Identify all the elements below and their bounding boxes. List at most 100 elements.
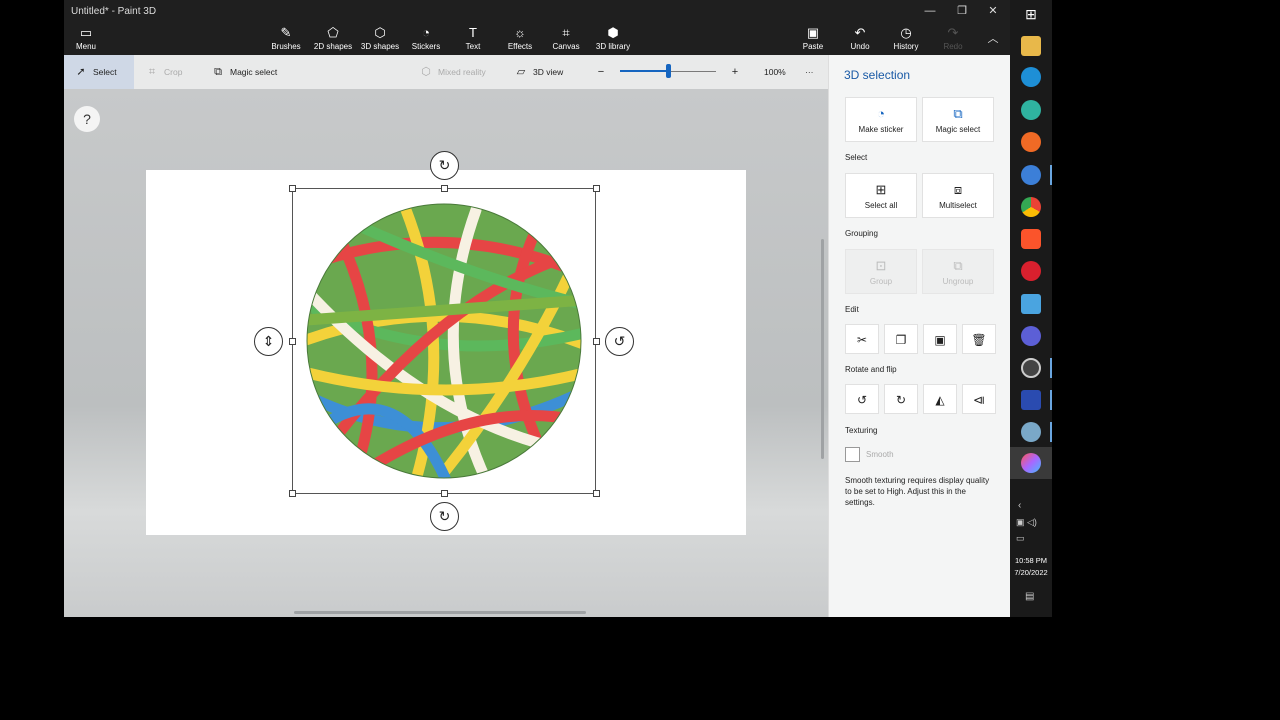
close-icon[interactable]: ✕ [985,4,1001,18]
magic-select-button[interactable]: ⧉ Magic select [211,64,277,80]
select-section-label: Select [845,153,868,162]
opera-icon[interactable] [1021,261,1041,281]
3d-library-button[interactable]: ⬢ 3D library [589,24,637,54]
paste-panel-button[interactable]: ▣ [923,324,957,354]
chrome-dev-icon[interactable] [1021,165,1041,185]
clock-time[interactable]: 10:58 PM [1010,556,1052,565]
chrome-icon[interactable] [1021,197,1041,217]
firefox-icon[interactable] [1021,132,1041,152]
multiselect-button[interactable]: ⧈ Multiselect [922,173,994,218]
crop-button[interactable]: ⌗ Crop [145,64,183,80]
resize-handle-tl[interactable] [289,185,296,192]
ungroup-icon: ⧉ [953,258,963,273]
canvas-workspace[interactable]: ? ↻ ↺ ↻ ⇕ [64,89,828,617]
2d-shapes-icon: ⬠ [327,25,339,40]
help-button[interactable]: ? [74,106,100,132]
paste-button[interactable]: ▣ Paste [789,24,837,54]
zoom-slider-thumb[interactable] [666,64,671,78]
plus-icon: + [731,66,739,78]
group-button[interactable]: ⊡ Group [845,249,917,294]
recorder-icon[interactable] [1021,358,1041,378]
zoom-out-button[interactable]: − [594,64,613,80]
resize-handle-br[interactable] [593,490,600,497]
effects-button[interactable]: ☼ Effects [496,24,544,54]
flip-horizontal-button[interactable]: ◭ [923,384,957,414]
flip-vertical-icon: ⧏ [973,393,985,407]
depth-handle-icon[interactable]: ⇕ [254,327,283,356]
resize-handle-right[interactable] [593,338,600,345]
cut-button[interactable]: ✂ [845,324,879,354]
brave-icon[interactable] [1021,229,1041,249]
window-title: Untitled* - Paint 3D [71,6,157,17]
redo-icon: ↷ [947,25,959,40]
rotate-right-button[interactable]: ↻ [884,384,918,414]
resize-handle-top[interactable] [441,185,448,192]
stickers-button[interactable]: ◔ Stickers [402,24,450,54]
app-icon[interactable] [1021,422,1041,442]
flag-app-icon[interactable] [1021,326,1041,346]
history-button[interactable]: ◷ History [882,24,930,54]
clock-date[interactable]: 7/20/2022 [1010,568,1052,577]
edit-section-label: Edit [845,305,859,314]
select-all-button[interactable]: ⊞ Select all [845,173,917,218]
app-icon[interactable] [1021,294,1041,314]
selection-box[interactable] [292,188,596,494]
menu-button[interactable]: ▭ Menu [64,24,110,54]
make-sticker-button[interactable]: ◔ Make sticker [845,97,917,142]
ribbon: Untitled* - Paint 3D — ❐ ✕ ▭ Menu ✎ Brus… [64,0,1010,55]
text-button[interactable]: T Text [449,24,497,54]
library-icon: ⬢ [607,25,619,40]
3d-shapes-button[interactable]: ⬡ 3D shapes [356,24,404,54]
paste-icon: ▣ [806,25,820,40]
notification-icon[interactable]: ▤ [1025,591,1034,602]
menu-icon: ▭ [79,25,93,40]
panel-title: 3D selection [844,68,911,82]
network-icon[interactable]: ▭ [1016,533,1025,544]
collapse-ribbon-icon[interactable]: ︿ [985,32,1001,46]
2d-shapes-button[interactable]: ⬠ 2D shapes [309,24,357,54]
brushes-button[interactable]: ✎ Brushes [262,24,310,54]
windows-start-icon[interactable]: ⊞ [1021,4,1041,24]
ungroup-button[interactable]: ⧉ Ungroup [922,249,994,294]
chevron-up-icon[interactable]: ‹ [1018,500,1021,511]
minus-icon: − [597,66,605,78]
rotate-y-handle-icon[interactable]: ↺ [605,327,634,356]
rotate-x-handle-icon[interactable]: ↻ [430,502,459,531]
resize-handle-tr[interactable] [593,185,600,192]
paste-icon: ▣ [934,333,946,347]
delete-button[interactable]: 🗑 [962,324,996,354]
resize-handle-left[interactable] [289,338,296,345]
canvas-button[interactable]: ⌗ Canvas [542,24,590,54]
zoom-in-button[interactable]: + [728,64,747,80]
copy-button[interactable]: ❐ [884,324,918,354]
edge-icon[interactable] [1021,67,1041,87]
resize-handle-bl[interactable] [289,490,296,497]
3d-view-button[interactable]: ▱ 3D view [514,64,563,80]
undo-button[interactable]: ↶ Undo [836,24,884,54]
side-panel: 3D selection ◔ Make sticker ⧉ Magic sele… [828,55,1010,617]
speaker-icon[interactable]: ▣ ◁) [1016,517,1037,528]
drawing-canvas[interactable]: ↻ ↺ ↻ ⇕ [146,151,746,535]
mixed-reality-button[interactable]: ⬡ Mixed reality [419,64,486,80]
resize-handle-bottom[interactable] [441,490,448,497]
rotate-flip-section-label: Rotate and flip [845,365,897,374]
history-icon: ◷ [900,25,912,40]
flip-vertical-button[interactable]: ⧏ [962,384,996,414]
vertical-scrollbar[interactable] [821,239,824,459]
rotate-left-button[interactable]: ↺ [845,384,879,414]
select-tool-button[interactable]: ➚ Select [74,64,116,80]
more-options-button[interactable]: ··· [805,64,814,80]
edge-beta-icon[interactable] [1021,100,1041,120]
file-explorer-icon[interactable] [1021,36,1041,56]
store-app-icon[interactable] [1021,390,1041,410]
restore-icon[interactable]: ❐ [954,4,970,18]
horizontal-scrollbar[interactable] [294,611,586,614]
panel-magic-select-button[interactable]: ⧉ Magic select [922,97,994,142]
redo-button[interactable]: ↷ Redo [929,24,977,54]
mixed-reality-icon: ⬡ [421,66,431,78]
rotate-z-handle-icon[interactable]: ↻ [430,151,459,180]
paint3d-icon[interactable] [1021,453,1041,473]
smooth-checkbox[interactable] [845,447,860,462]
zoom-slider[interactable] [620,64,716,78]
minimize-icon[interactable]: — [922,4,938,18]
